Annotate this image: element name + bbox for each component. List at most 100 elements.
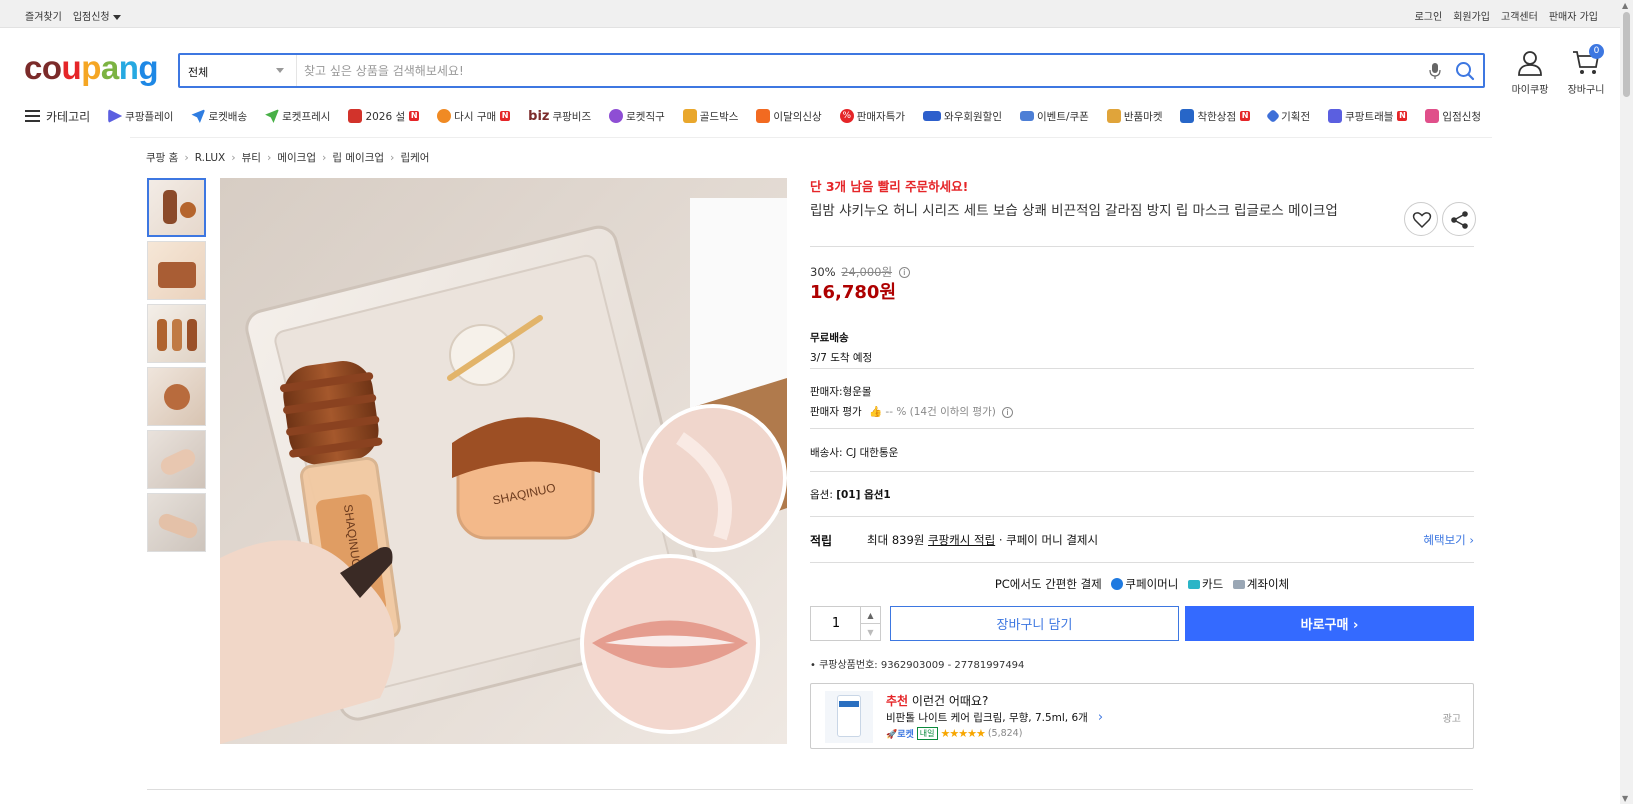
buy-now-label: 바로구매 — [1300, 618, 1349, 633]
nav-item-coupang-travel[interactable]: 쿠팡트래블 N — [1328, 109, 1408, 124]
recommended-product-image[interactable] — [825, 691, 873, 743]
category-menu-button[interactable]: 카테고리 — [25, 108, 90, 125]
breadcrumb-item[interactable]: 립 메이크업 — [332, 150, 384, 165]
tomorrow-badge: 내일 — [916, 727, 938, 740]
option-info[interactable]: 옵션: [01] 옵션1 — [810, 487, 891, 502]
seller-apply-dropdown[interactable]: 입점신청 — [73, 8, 121, 23]
product-thumbnail[interactable] — [147, 304, 206, 363]
scroll-down-arrow-icon[interactable]: ▼ — [1622, 794, 1628, 803]
recommendation-heading: 추천 이런건 어때요? — [886, 692, 988, 709]
nav-item-seollal[interactable]: 2026 설N — [348, 109, 420, 124]
info-icon[interactable]: i — [1002, 406, 1014, 418]
nav-item-return-market[interactable]: 반품마켓 — [1106, 109, 1163, 124]
add-to-cart-button[interactable]: 장바구니 담기 — [890, 606, 1179, 641]
nav-item-goldbox[interactable]: 골드박스 — [682, 109, 738, 124]
courier-label: 배송사: — [810, 447, 843, 459]
nav-item-rocket-delivery[interactable]: 로켓배송 — [191, 109, 247, 124]
nav-item-coupang-biz[interactable]: biz 쿠팡비즈 — [528, 109, 591, 124]
recommended-product-name[interactable]: 비판톨 나이트 케어 립크림, 무향, 7.5ml, 6개 › — [886, 710, 1103, 725]
recommended-product-meta: 🚀로켓 내일 ★★★★★ (5,824) — [886, 727, 1022, 740]
product-thumbnail[interactable] — [147, 430, 206, 489]
repurchase-icon — [437, 109, 452, 123]
nav-item-label: 2026 설 — [365, 110, 406, 123]
recommendation-card[interactable]: 추천 이런건 어때요? 비판톨 나이트 케어 립크림, 무향, 7.5ml, 6… — [810, 683, 1474, 749]
cart-button[interactable]: 0 장바구니 — [1563, 44, 1609, 96]
product-main-image[interactable]: SHAQINUO SHAQINUO — [220, 178, 787, 744]
cart-count-badge: 0 — [1589, 44, 1604, 59]
nav-item-label: 다시 구매 — [454, 110, 497, 123]
payment-title: PC에서도 간편한 결제 — [994, 577, 1102, 591]
search-input[interactable] — [304, 61, 1404, 81]
seller-signup-link[interactable]: 판매자 가입 — [1549, 8, 1598, 23]
customer-center-link[interactable]: 고객센터 — [1501, 8, 1538, 23]
product-thumbnail[interactable] — [147, 493, 206, 552]
divider — [810, 368, 1474, 369]
nav-item-label: 반품마켓 — [1123, 110, 1163, 123]
product-thumbnail[interactable] — [147, 241, 206, 300]
chevron-right-icon: › — [184, 151, 189, 164]
nav-item-label: 이벤트/쿠폰 — [1037, 110, 1089, 123]
user-icon — [1518, 51, 1542, 76]
login-link[interactable]: 로그인 — [1415, 8, 1443, 23]
logo-letter: o — [41, 49, 62, 86]
quantity-decrease-button[interactable]: ▼ — [860, 624, 880, 641]
chevron-right-icon: › — [266, 151, 272, 164]
breadcrumb-item[interactable]: 립케어 — [400, 150, 429, 165]
scroll-up-arrow-icon[interactable]: ▲ — [1622, 1, 1628, 10]
payment-method: 쿠페이머니 — [1125, 577, 1179, 591]
breadcrumb-item[interactable]: 메이크업 — [277, 150, 316, 165]
buy-now-button[interactable]: 바로구매 › — [1185, 606, 1474, 641]
wishlist-button[interactable] — [1404, 202, 1438, 236]
nav-divider — [130, 137, 1492, 138]
rocket-fresh-icon — [265, 109, 280, 123]
product-thumbnail[interactable] — [147, 367, 206, 426]
nav-item-coupang-play[interactable]: 쿠팡플레이 — [108, 109, 173, 124]
nav-item-good-store[interactable]: 착한상점 N — [1180, 109, 1251, 124]
microphone-icon[interactable] — [1429, 62, 1441, 80]
nav-item-new-arrivals[interactable]: 이달의신상 — [756, 109, 822, 124]
top-utility-bar: 즐겨찾기 입점신청 로그인 회원가입 고객센터 판매자 가입 — [0, 0, 1620, 28]
quantity-input[interactable] — [811, 607, 861, 640]
bookmark-link[interactable]: 즐겨찾기 — [25, 8, 62, 23]
my-coupang-button[interactable]: 마이쿠팡 — [1505, 50, 1555, 96]
breadcrumb-item[interactable]: R.LUX — [195, 152, 225, 164]
shop-icon — [1425, 109, 1440, 123]
search-category-select[interactable]: 전체 — [180, 55, 297, 86]
discount-rate: 30% — [810, 265, 836, 279]
rocket-badge: 🚀로켓 — [886, 730, 914, 740]
scrollbar-thumb[interactable] — [1623, 12, 1630, 97]
store-icon — [1180, 109, 1195, 123]
nav-item-seller-apply[interactable]: 입점신청 — [1425, 109, 1481, 124]
seller-rating-value: -- % (14건 이하의 평가) — [885, 406, 996, 418]
coupang-logo[interactable]: coupang — [24, 48, 159, 88]
divider — [810, 516, 1474, 517]
benefit-view-link[interactable]: 혜택보기 › — [1423, 532, 1474, 548]
nav-item-events-coupons[interactable]: 이벤트/쿠폰 — [1020, 109, 1089, 124]
share-button[interactable] — [1442, 202, 1476, 236]
quantity-increase-button[interactable]: ▲ — [860, 607, 880, 624]
breadcrumb-item[interactable]: 뷰티 — [242, 150, 261, 165]
nav-item-repurchase[interactable]: 다시 구매 N — [437, 109, 511, 124]
market-icon — [1106, 109, 1121, 123]
quantity-stepper: ▲ ▼ — [810, 606, 881, 641]
hanbok-icon — [348, 109, 363, 123]
nav-item-rocket-fresh[interactable]: 로켓프레시 — [265, 109, 330, 124]
nav-item-rocket-global[interactable]: 로켓직구 — [609, 109, 665, 124]
seller-name[interactable]: 형운몰 — [843, 386, 872, 398]
breadcrumb-item[interactable]: 쿠팡 홈 — [146, 150, 178, 165]
nav-item-seller-deals[interactable]: % 판매자특가 — [839, 109, 905, 124]
recommend-highlight: 추천 — [886, 694, 909, 708]
wow-icon — [923, 111, 942, 121]
logo-letter: a — [100, 49, 119, 86]
chevron-right-icon: › — [321, 151, 327, 164]
coupang-cash-link[interactable]: 쿠팡캐시 적립 — [928, 533, 995, 547]
signup-link[interactable]: 회원가입 — [1453, 8, 1490, 23]
product-thumbnail[interactable] — [147, 178, 206, 237]
page-scrollbar[interactable]: ▲ ▼ — [1620, 0, 1633, 804]
search-bar: 전체 — [178, 53, 1485, 88]
new-icon — [756, 109, 771, 123]
info-icon[interactable]: i — [898, 267, 910, 278]
nav-item-promotions[interactable]: 기획전 — [1266, 108, 1310, 124]
nav-item-wow-discount[interactable]: 와우회원할인 — [923, 109, 1002, 124]
search-icon[interactable] — [1455, 61, 1475, 81]
